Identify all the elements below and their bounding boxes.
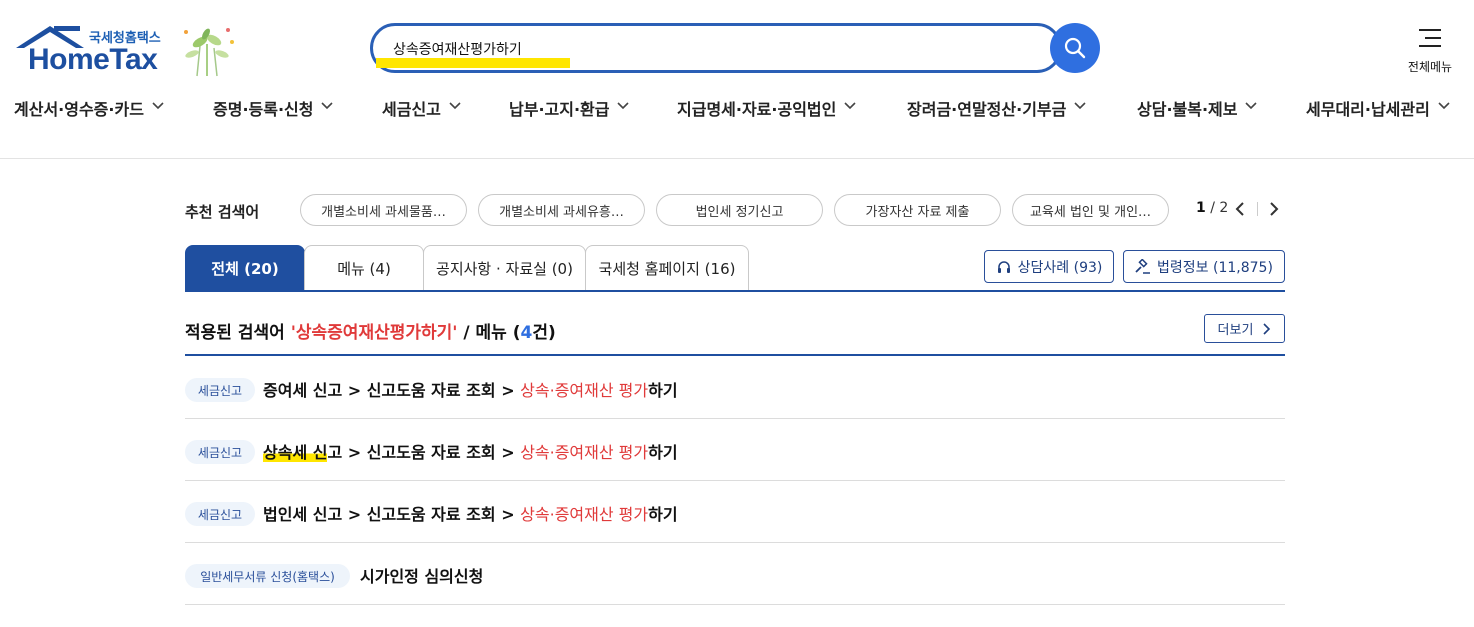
nav-item-label: 세금신고 bbox=[382, 100, 441, 119]
recommend-chip[interactable]: 법인세 정기신고 bbox=[656, 194, 823, 226]
nav-item-incentive[interactable]: 장려금·연말정산·기부금 bbox=[907, 96, 1086, 140]
result-row[interactable]: 세금신고 증여세 신고 > 신고도움 자료 조회 > 상속·증여재산 평가하기 bbox=[185, 357, 1285, 419]
all-menu-label: 전체메뉴 bbox=[1407, 60, 1453, 74]
path-mid: > 신고도움 자료 조회 > bbox=[342, 505, 521, 524]
applied-suffix: 건) bbox=[532, 323, 556, 343]
pager-divider bbox=[1257, 202, 1258, 216]
hometax-logo[interactable]: 국세청홈택스 HomeTax bbox=[14, 24, 234, 80]
search-icon bbox=[1064, 37, 1086, 59]
law-info-label: 법령정보 (11,875) bbox=[1157, 259, 1273, 276]
path-keyword: 상속·증여재산 평가 bbox=[520, 505, 649, 524]
path-keyword: 상속·증여재산 평가 bbox=[520, 381, 649, 400]
chevron-down-icon bbox=[449, 102, 461, 110]
chevron-down-icon bbox=[152, 102, 164, 110]
tab-notice[interactable]: 공지사항 · 자료실 (0) bbox=[423, 245, 586, 291]
headset-icon bbox=[997, 260, 1010, 273]
path-mid: > 신고도움 자료 조회 > bbox=[342, 443, 521, 462]
nav-item-label: 장려금·연말정산·기부금 bbox=[907, 100, 1067, 119]
chevron-down-icon bbox=[321, 102, 334, 110]
tab-nts-homepage[interactable]: 국세청 홈페이지 (16) bbox=[585, 245, 749, 291]
result-row[interactable]: 세금신고 상속세 신고 > 신고도움 자료 조회 > 상속·증여재산 평가하기 bbox=[185, 419, 1285, 481]
nav-item-label: 지급명세·자료·공익법인 bbox=[677, 100, 837, 119]
nav-item-label: 세무대리·납세관리 bbox=[1306, 100, 1430, 119]
nav-item-statement[interactable]: 지급명세·자료·공익법인 bbox=[677, 96, 856, 140]
result-path[interactable]: 법인세 신고 > 신고도움 자료 조회 > 상속·증여재산 평가하기 bbox=[263, 501, 678, 525]
nav-item-counsel[interactable]: 상담·불복·제보 bbox=[1137, 96, 1258, 140]
page-total: 2 bbox=[1219, 200, 1229, 216]
path-first: 증여세 신고 bbox=[263, 381, 343, 400]
nav-item-agent[interactable]: 세무대리·납세관리 bbox=[1306, 96, 1450, 140]
search-box bbox=[370, 23, 1062, 73]
path-tail: 하기 bbox=[648, 505, 678, 524]
applied-keyword: '상속증여재산평가하기' bbox=[290, 323, 458, 343]
chevron-down-icon bbox=[1245, 102, 1258, 110]
path-first: 시가인정 심의신청 bbox=[360, 567, 484, 586]
chevron-right-icon bbox=[1270, 202, 1279, 216]
tab-menu[interactable]: 메뉴 (4) bbox=[304, 245, 424, 291]
page-separator: / bbox=[1205, 200, 1220, 216]
result-row[interactable]: 일반세무서류 신청(홈택스) 시가인정 심의신청 bbox=[185, 543, 1285, 605]
hamburger-icon bbox=[1419, 29, 1441, 47]
tab-all[interactable]: 전체 (20) bbox=[185, 245, 305, 291]
path-mid: > 신고도움 자료 조회 > bbox=[342, 381, 521, 400]
path-first: 법인세 신고 bbox=[263, 505, 343, 524]
applied-prefix: 적용된 검색어 bbox=[185, 323, 291, 343]
counsel-cases-button[interactable]: 상담사례 (93) bbox=[984, 250, 1114, 283]
recommend-chip[interactable]: 개별소비세 과세물품… bbox=[300, 194, 467, 226]
search-input[interactable] bbox=[393, 37, 993, 61]
result-row[interactable]: 세금신고 법인세 신고 > 신고도움 자료 조회 > 상속·증여재산 평가하기 bbox=[185, 481, 1285, 543]
recommend-chip[interactable]: 교육세 법인 및 개인… bbox=[1012, 194, 1169, 226]
path-keyword: 상속·증여재산 평가 bbox=[520, 443, 649, 462]
nav-item-label: 증명·등록·신청 bbox=[213, 100, 314, 119]
more-button[interactable]: 더보기 bbox=[1204, 314, 1285, 343]
tabs-underline bbox=[185, 290, 1285, 292]
chevron-left-icon bbox=[1235, 202, 1244, 216]
path-rest: 고 bbox=[327, 443, 343, 462]
chevron-down-icon bbox=[617, 102, 630, 110]
next-page-button[interactable] bbox=[1264, 199, 1284, 219]
search-button[interactable] bbox=[1050, 23, 1100, 73]
applied-keyword-heading: 적용된 검색어 '상속증여재산평가하기' / 메뉴 (4건) bbox=[185, 318, 556, 343]
path-tail: 하기 bbox=[648, 381, 678, 400]
applied-underline bbox=[185, 354, 1285, 356]
chevron-down-icon bbox=[1074, 102, 1086, 110]
chevron-down-icon bbox=[844, 102, 856, 110]
main-nav: 계산서·영수증·카드 증명·등록·신청 세금신고 납부·고지·환급 지급명세·자… bbox=[0, 96, 1474, 140]
recommend-pager: 1 / 2 bbox=[1196, 200, 1228, 216]
path-tail: 하기 bbox=[648, 443, 678, 462]
law-info-button[interactable]: 법령정보 (11,875) bbox=[1123, 250, 1285, 283]
recommend-chip[interactable]: 가장자산 자료 제출 bbox=[834, 194, 1001, 226]
logo-title: HomeTax bbox=[28, 43, 158, 76]
recommend-chip[interactable]: 개별소비세 과세유흥… bbox=[478, 194, 645, 226]
leaf-decoration-icon bbox=[184, 28, 234, 77]
nav-divider bbox=[0, 158, 1474, 159]
result-path[interactable]: 증여세 신고 > 신고도움 자료 조회 > 상속·증여재산 평가하기 bbox=[263, 377, 678, 401]
category-tag: 세금신고 bbox=[185, 440, 255, 464]
applied-middle: / 메뉴 ( bbox=[457, 323, 521, 343]
category-tag: 세금신고 bbox=[185, 378, 255, 402]
category-tag: 일반세무서류 신청(홈택스) bbox=[185, 564, 350, 588]
gavel-icon bbox=[1135, 258, 1151, 274]
chevron-right-icon bbox=[1263, 322, 1271, 335]
nav-item-invoice[interactable]: 계산서·영수증·카드 bbox=[14, 96, 164, 140]
nav-item-tax-report[interactable]: 세금신고 bbox=[382, 96, 461, 140]
chevron-down-icon bbox=[1438, 102, 1450, 110]
result-path[interactable]: 상속세 신고 > 신고도움 자료 조회 > 상속·증여재산 평가하기 bbox=[263, 439, 678, 463]
result-path[interactable]: 시가인정 심의신청 bbox=[360, 563, 483, 587]
path-highlight: 상속세 신 bbox=[263, 443, 328, 462]
applied-count: 4 bbox=[520, 323, 533, 343]
nav-item-certificate[interactable]: 증명·등록·신청 bbox=[213, 96, 334, 140]
nav-item-label: 납부·고지·환급 bbox=[509, 100, 610, 119]
prev-page-button[interactable] bbox=[1230, 199, 1250, 219]
page-current: 1 bbox=[1196, 200, 1206, 216]
all-menu-button[interactable]: 전체메뉴 bbox=[1400, 24, 1460, 74]
category-tag: 세금신고 bbox=[185, 502, 255, 526]
more-button-label: 더보기 bbox=[1217, 322, 1254, 337]
nav-item-label: 계산서·영수증·카드 bbox=[14, 100, 144, 119]
counsel-cases-label: 상담사례 (93) bbox=[1017, 259, 1103, 276]
nav-item-payment[interactable]: 납부·고지·환급 bbox=[509, 96, 630, 140]
nav-item-label: 상담·불복·제보 bbox=[1137, 100, 1238, 119]
recommend-label: 추천 검색어 bbox=[185, 203, 260, 221]
